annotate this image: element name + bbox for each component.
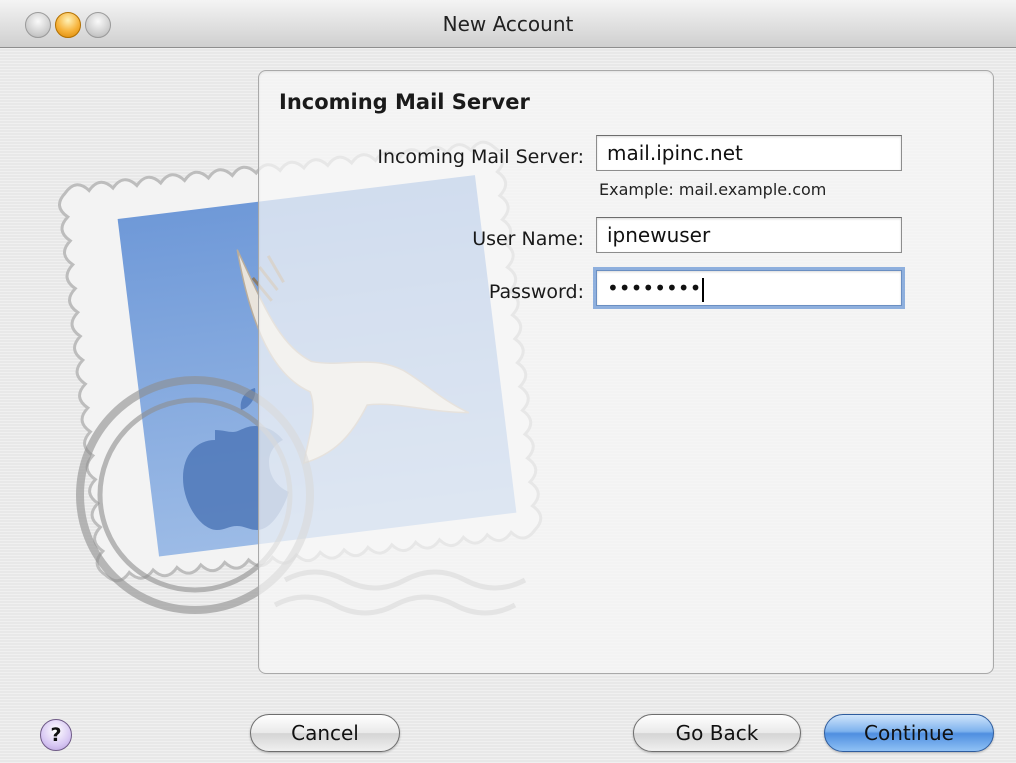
username-label: User Name:: [472, 228, 584, 250]
section-heading: Incoming Mail Server: [279, 90, 530, 114]
server-example-hint: Example: mail.example.com: [599, 180, 827, 199]
window-title: New Account: [442, 12, 574, 36]
text-caret: [702, 277, 705, 302]
incoming-server-field[interactable]: mail.ipinc.net: [596, 135, 902, 171]
password-field[interactable]: ••••••••: [596, 270, 902, 306]
password-label: Password:: [488, 281, 584, 303]
help-button[interactable]: ?: [40, 719, 72, 751]
title-bar: New Account: [0, 0, 1016, 48]
new-account-window: New Account Incoming Mail Server Incomin…: [0, 0, 1016, 763]
cancel-button[interactable]: Cancel: [250, 714, 400, 752]
go-back-button[interactable]: Go Back: [633, 714, 801, 752]
continue-button[interactable]: Continue: [824, 714, 994, 752]
server-label: Incoming Mail Server:: [377, 146, 584, 168]
password-masked-text: ••••••••: [607, 276, 702, 300]
username-field[interactable]: ipnewuser: [596, 217, 902, 253]
